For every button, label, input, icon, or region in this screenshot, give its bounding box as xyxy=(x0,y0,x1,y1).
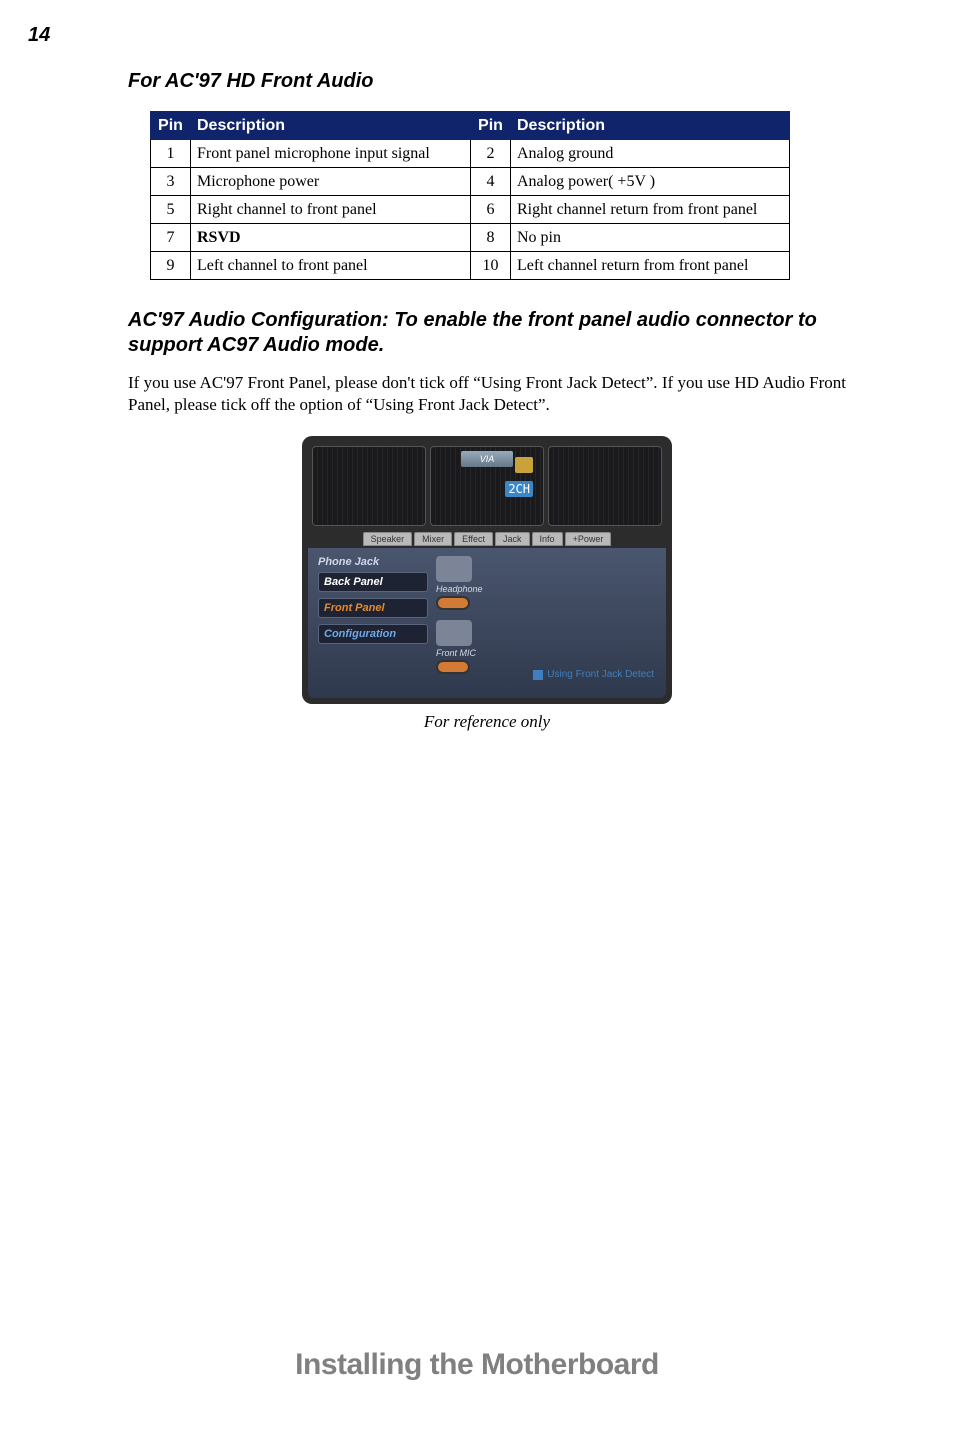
pin-cell: 10 xyxy=(471,252,511,280)
body-paragraph: If you use AC'97 Front Panel, please don… xyxy=(128,372,846,416)
pin-cell: 3 xyxy=(151,168,191,196)
pin-description-table: Pin Description Pin Description 1 Front … xyxy=(150,111,790,280)
tab-effect[interactable]: Effect xyxy=(454,532,493,546)
via-logo: VIA xyxy=(461,451,513,467)
table-row: 9 Left channel to front panel 10 Left ch… xyxy=(151,252,790,280)
pin-cell: 1 xyxy=(151,140,191,168)
back-panel-button[interactable]: Back Panel xyxy=(318,572,428,592)
front-jack-detect-option[interactable]: Using Front Jack Detect xyxy=(533,669,654,680)
table-row: 5 Right channel to front panel 6 Right c… xyxy=(151,196,790,224)
desc-cell: Microphone power xyxy=(191,168,471,196)
header-desc-2: Description xyxy=(511,112,790,140)
mic-icon xyxy=(436,620,472,646)
figure-tabs: Speaker Mixer Effect Jack Info +Power xyxy=(308,530,666,548)
figure-top-mid-panel: VIA 2CH xyxy=(430,446,544,526)
phone-jack-label: Phone Jack xyxy=(318,556,428,568)
mic-jack-icon xyxy=(436,660,470,674)
speaker-icon xyxy=(515,457,533,473)
audio-config-screenshot: VIA 2CH Speaker Mixer Effect Jack Info +… xyxy=(302,436,672,704)
content-area: For AC'97 HD Front Audio Pin Description… xyxy=(0,0,954,732)
tab-info[interactable]: Info xyxy=(532,532,563,546)
tab-speaker[interactable]: Speaker xyxy=(363,532,413,546)
front-panel-button[interactable]: Front Panel xyxy=(318,598,428,618)
desc-cell: No pin xyxy=(511,224,790,252)
table-row: 1 Front panel microphone input signal 2 … xyxy=(151,140,790,168)
page-number: 14 xyxy=(28,24,50,47)
desc-cell: Right channel to front panel xyxy=(191,196,471,224)
footer-title: Installing the Motherboard xyxy=(0,1348,954,1382)
desc-cell: RSVD xyxy=(191,224,471,252)
desc-cell: Right channel return from front panel xyxy=(511,196,790,224)
channel-badge: 2CH xyxy=(505,481,533,497)
tab-power[interactable]: +Power xyxy=(565,532,612,546)
section-heading: For AC'97 HD Front Audio xyxy=(128,70,846,93)
table-row: 3 Microphone power 4 Analog power( +5V ) xyxy=(151,168,790,196)
pin-cell: 8 xyxy=(471,224,511,252)
header-desc-1: Description xyxy=(191,112,471,140)
pin-cell: 9 xyxy=(151,252,191,280)
front-mic-device: Front MIC xyxy=(436,620,656,674)
figure-top-left-panel xyxy=(312,446,426,526)
front-mic-label: Front MIC xyxy=(436,648,476,658)
desc-cell: Analog ground xyxy=(511,140,790,168)
sub-heading: AC'97 Audio Configuration: To enable the… xyxy=(128,308,846,358)
table-row: 7 RSVD 8 No pin xyxy=(151,224,790,252)
table-header-row: Pin Description Pin Description xyxy=(151,112,790,140)
checkbox-icon[interactable] xyxy=(533,670,543,680)
headphone-jack-icon xyxy=(436,596,470,610)
figure-caption: For reference only xyxy=(128,712,846,732)
headphone-icon xyxy=(436,556,472,582)
pin-cell: 5 xyxy=(151,196,191,224)
tab-jack[interactable]: Jack xyxy=(495,532,530,546)
desc-cell: Front panel microphone input signal xyxy=(191,140,471,168)
headphone-label: Headphone xyxy=(436,584,483,594)
pin-cell: 6 xyxy=(471,196,511,224)
pin-cell: 4 xyxy=(471,168,511,196)
headphone-device: Headphone xyxy=(436,556,656,610)
figure-top-right-panel xyxy=(548,446,662,526)
desc-cell: Analog power( +5V ) xyxy=(511,168,790,196)
front-jack-detect-label: Using Front Jack Detect xyxy=(547,669,654,680)
header-pin-1: Pin xyxy=(151,112,191,140)
desc-cell: Left channel to front panel xyxy=(191,252,471,280)
configuration-button[interactable]: Configuration xyxy=(318,624,428,644)
pin-cell: 7 xyxy=(151,224,191,252)
tab-mixer[interactable]: Mixer xyxy=(414,532,452,546)
desc-cell: Left channel return from front panel xyxy=(511,252,790,280)
pin-cell: 2 xyxy=(471,140,511,168)
header-pin-2: Pin xyxy=(471,112,511,140)
